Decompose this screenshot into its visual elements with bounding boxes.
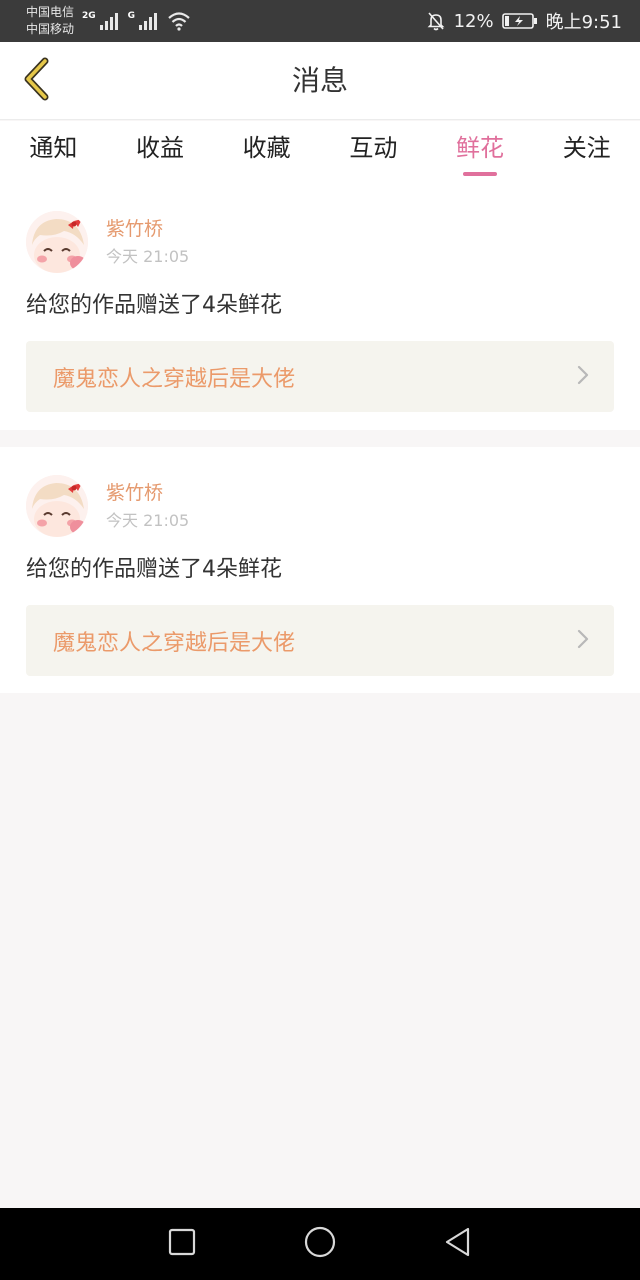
carrier-2: 中国移动 [26,22,75,36]
square-icon [168,1228,196,1260]
sender-info: 紫竹桥 今天 21:05 [106,211,189,267]
message-time: 今天 21:05 [106,511,190,530]
sender-info: 紫竹桥 今天 21:05 [106,475,189,531]
circle-icon [304,1226,336,1262]
work-title: 魔鬼恋人之穿越后是大佬 [53,366,296,392]
sender-row: 紫竹桥 今天 21:05 [26,211,614,275]
tab-follow[interactable]: 关注 [533,121,640,183]
status-left: 中国电信 中国移动 2G G [26,4,191,38]
bell-off-icon [426,11,446,31]
status-bar: 中国电信 中国移动 2G G 12% 晚上9:51 [0,0,640,42]
tab-label: 收益 [136,134,184,162]
tab-label: 收藏 [242,134,291,162]
network-label-2: G [127,11,136,21]
battery-icon [501,12,538,30]
work-link[interactable]: 魔鬼恋人之穿越后是大佬 [26,605,614,676]
message-time: 今天 21:05 [106,247,190,266]
sender-name[interactable]: 紫竹桥 [106,481,189,505]
tab-label: 鲜花 [456,134,505,162]
tab-favorites[interactable]: 收藏 [213,121,320,183]
carrier-1: 中国电信 [26,5,75,19]
avatar[interactable] [26,475,88,537]
tab-label: 互动 [349,134,398,162]
message-text: 给您的作品赠送了4朵鲜花 [26,557,282,582]
chevron-right-icon [576,364,590,390]
tab-interaction[interactable]: 互动 [320,121,427,183]
message-card: 紫竹桥 今天 21:05 给您的作品赠送了4朵鲜花 魔鬼恋人之穿越后是大佬 [0,447,640,693]
page-title: 消息 [291,64,348,97]
chevron-right-icon [576,628,590,654]
header: 消息 [0,42,640,120]
tab-label: 关注 [562,134,611,162]
work-link[interactable]: 魔鬼恋人之穿越后是大佬 [26,341,614,412]
status-right: 12% 晚上9:51 [426,8,622,34]
battery-percent: 12% [453,10,494,32]
tab-indicator [463,172,498,176]
sender-row: 紫竹桥 今天 21:05 [26,475,614,539]
clock: 晚上9:51 [545,12,622,33]
wifi-icon [167,11,191,31]
signal-icon [99,12,120,30]
tab-notice[interactable]: 通知 [0,121,107,183]
network-label-1: 2G [82,11,96,21]
signal-icon [139,12,159,30]
message-text: 给您的作品赠送了4朵鲜花 [26,293,282,318]
home-button[interactable] [298,1222,342,1266]
avatar[interactable] [26,211,88,273]
triangle-back-icon [444,1227,472,1261]
work-title: 魔鬼恋人之穿越后是大佬 [53,630,296,656]
recent-apps-button[interactable] [160,1222,204,1266]
system-back-button[interactable] [436,1222,480,1266]
tab-bar: 通知 收益 收藏 互动 鲜花 关注 [0,121,640,183]
sender-name[interactable]: 紫竹桥 [106,217,189,241]
tab-flowers[interactable]: 鲜花 [427,121,534,183]
tab-label: 通知 [29,134,78,162]
tab-income[interactable]: 收益 [107,121,214,183]
system-nav-bar [0,1208,640,1280]
carrier-labels: 中国电信 中国移动 [26,4,74,38]
message-card: 紫竹桥 今天 21:05 给您的作品赠送了4朵鲜花 魔鬼恋人之穿越后是大佬 [0,183,640,430]
